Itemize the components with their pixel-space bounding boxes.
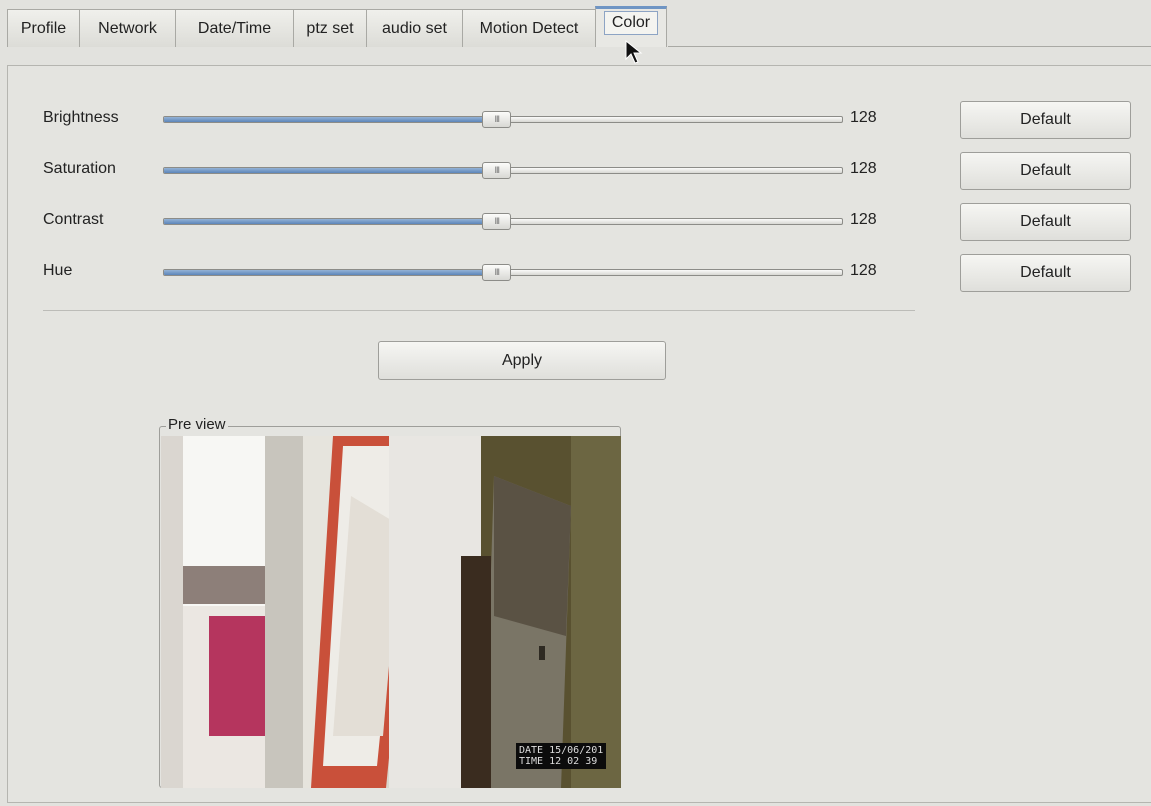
- brightness-slider[interactable]: III: [163, 111, 843, 128]
- camera-osd: DATE 15/06/201 TIME 12 02 39: [516, 743, 607, 769]
- tab-label: Motion Detect: [479, 19, 579, 37]
- tab-ptz-set[interactable]: ptz set: [293, 9, 366, 47]
- tab-network[interactable]: Network: [79, 9, 175, 47]
- brightness-value: 128: [850, 109, 877, 126]
- slider-fill: [164, 219, 497, 224]
- slider-fill: [164, 270, 497, 275]
- hue-default-button[interactable]: Default: [960, 254, 1131, 292]
- tab-bar: Profile Network Date/Time ptz set audio …: [7, 6, 1151, 47]
- slider-fill: [164, 117, 497, 122]
- tab-label: ptz set: [306, 19, 354, 37]
- tab-label: audio set: [382, 19, 447, 37]
- hue-value: 128: [850, 262, 877, 279]
- saturation-value: 128: [850, 160, 877, 177]
- contrast-row: Contrast III 128 Default: [8, 203, 1151, 243]
- brightness-default-button[interactable]: Default: [960, 101, 1131, 139]
- hue-slider[interactable]: III: [163, 264, 843, 281]
- osd-date: DATE 15/06/201: [519, 745, 604, 756]
- slider-thumb[interactable]: III: [482, 213, 512, 230]
- tab-profile[interactable]: Profile: [7, 9, 79, 47]
- osd-time: TIME 12 02 39: [519, 756, 598, 767]
- saturation-label: Saturation: [43, 160, 116, 177]
- apply-button[interactable]: Apply: [378, 341, 666, 380]
- saturation-default-button[interactable]: Default: [960, 152, 1131, 190]
- hue-label: Hue: [43, 262, 73, 279]
- tab-label: Date/Time: [197, 19, 272, 37]
- divider: [43, 310, 915, 311]
- contrast-slider[interactable]: III: [163, 213, 843, 230]
- tab-label: Profile: [20, 19, 67, 37]
- slider-thumb[interactable]: III: [482, 162, 512, 179]
- preview-title: Pre view: [166, 416, 228, 433]
- camera-preview-image: [161, 436, 621, 788]
- camera-preview: DATE 15/06/201 TIME 12 02 39: [161, 436, 621, 788]
- mouse-pointer-icon: [625, 40, 643, 64]
- tab-datetime[interactable]: Date/Time: [175, 9, 293, 47]
- tab-audio-set[interactable]: audio set: [366, 9, 462, 47]
- preview-groupbox: Pre view DATE 15/06/201 TIME 12 02 39: [159, 416, 621, 788]
- slider-thumb[interactable]: III: [482, 264, 512, 281]
- saturation-row: Saturation III 128 Default: [8, 152, 1151, 192]
- brightness-label: Brightness: [43, 109, 119, 126]
- contrast-default-button[interactable]: Default: [960, 203, 1131, 241]
- contrast-value: 128: [850, 211, 877, 228]
- saturation-slider[interactable]: III: [163, 162, 843, 179]
- slider-thumb[interactable]: III: [482, 111, 512, 128]
- brightness-row: Brightness III 128 Default: [8, 101, 1151, 141]
- color-settings-panel: Brightness III 128 Default Saturation II…: [7, 65, 1151, 803]
- hue-row: Hue III 128 Default: [8, 254, 1151, 294]
- slider-fill: [164, 168, 497, 173]
- tab-label: Color: [603, 11, 659, 35]
- tab-baseline: [668, 46, 1151, 47]
- contrast-label: Contrast: [43, 211, 104, 228]
- tab-label: Network: [98, 19, 157, 37]
- tab-motion-detect[interactable]: Motion Detect: [462, 9, 595, 47]
